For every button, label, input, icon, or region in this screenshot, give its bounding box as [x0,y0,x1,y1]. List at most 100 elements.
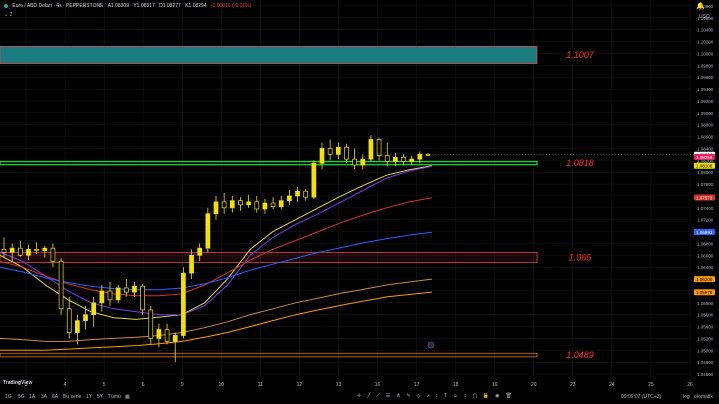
currency-label[interactable]: USD [699,14,710,20]
date-range-icon[interactable]: ▦ [125,394,130,400]
pattern-icon[interactable]: ⩘ [426,393,429,399]
candle-body[interactable] [17,247,23,256]
candle-body[interactable] [140,285,145,311]
candle-body[interactable] [42,247,48,251]
candle-body[interactable] [34,249,39,251]
timeframe-3a[interactable]: 3A [41,394,47,400]
timeframe-tumu[interactable]: Tümü [108,394,121,400]
candle-body[interactable] [132,285,137,293]
candle-body[interactable] [344,146,349,160]
candle-body[interactable] [9,247,15,253]
measure-icon[interactable]: ↕ [435,393,438,399]
price-chart[interactable]: 1.1007 1.0818 1.065 1.0489 1.04600 1.04800 1.0… [0,0,719,404]
indicator-collapse-toggle[interactable]: ⌄ 2 [4,12,12,18]
market-status-icon [4,3,8,8]
clock-readout[interactable]: 09:09:07 (UTC+3) [621,394,661,400]
candle-body[interactable] [238,200,243,206]
zone-1-0818-zone[interactable] [0,160,538,166]
candle-body[interactable] [425,154,431,156]
add-marker-icon[interactable] [427,341,435,349]
lock-icon[interactable]: 🔒 [483,393,489,399]
candle-body[interactable] [295,190,300,197]
pitchfork-icon[interactable]: ⋔ [396,393,400,399]
symbol-legend[interactable]: Euro / ABD Doları · 4s · PEPPERSTONE A1.… [4,3,254,9]
candle-body[interactable] [393,156,398,162]
candle-body[interactable] [221,201,227,209]
timeframe-1y[interactable]: 1Y [86,394,92,400]
eye-icon[interactable]: ◉ [495,393,499,399]
candle-body[interactable] [123,287,129,293]
fib-icon[interactable]: ☰ [386,393,390,399]
ray-icon[interactable]: ⟋ [376,393,380,399]
candle-body[interactable] [360,158,366,166]
log-scale-toggle[interactable]: log [683,394,690,400]
candle-body[interactable] [311,162,317,198]
price-tick-label: 1.08600 [697,135,714,140]
candle-body[interactable] [189,254,194,274]
candle-body[interactable] [327,148,333,155]
trash-icon[interactable]: 🗑 [506,393,512,399]
candle-body[interactable] [417,154,423,160]
trendline-icon[interactable]: ╱ [367,393,370,399]
alert-bell-icon[interactable]: 🔔 [696,2,705,10]
timeframe-1g[interactable]: 1G [5,394,12,400]
candle-body[interactable] [409,158,415,162]
candle-body[interactable] [26,249,31,256]
candle-body[interactable] [352,158,357,166]
candle-body[interactable] [115,287,121,301]
candle-body[interactable] [58,260,64,310]
candle-body[interactable] [303,190,309,198]
candle-body[interactable] [335,146,341,155]
symbol-title[interactable]: Euro / ABD Doları · 4s · PEPPERSTONE [12,3,103,9]
zone-1-1007-label: 1.1007 [566,50,595,60]
candle-body[interactable] [164,329,170,342]
open-value: A1.08309 [107,3,129,9]
shape-icon[interactable]: ◇ [417,393,421,399]
price-badge-label: 1.08108 [696,164,713,169]
candle-body[interactable] [254,201,260,210]
candle-body[interactable] [156,329,162,339]
candle-body[interactable] [384,155,390,162]
candle-body[interactable] [246,201,251,206]
candle-body[interactable] [229,200,235,209]
candle-body[interactable] [148,309,154,339]
timeframe-5g[interactable]: 5G [18,394,25,400]
text-icon[interactable]: T [444,393,447,399]
high-value: Y1.08317 [133,3,155,9]
timeframe-6a[interactable]: 6A [52,394,58,400]
candle-body[interactable] [66,308,72,333]
cursor-icon[interactable]: ✛ [357,393,361,399]
zone-1-0489-zone[interactable] [0,352,538,358]
candle-body[interactable] [197,247,203,256]
candle-body[interactable] [213,201,219,215]
price-tick-label: 1.09000 [697,111,714,116]
timeframe-1a[interactable]: 1A [29,394,35,400]
candle-body[interactable] [91,302,97,316]
candle-body[interactable] [107,290,113,301]
candle-body[interactable] [376,139,382,156]
candle-body[interactable] [205,213,211,249]
candle-body[interactable] [99,290,105,304]
candle-body[interactable] [181,272,186,336]
zone-1-1007-zone[interactable] [0,45,538,64]
candle-body[interactable] [50,247,56,262]
icon-tool-icon[interactable]: ☺ [453,393,458,399]
candle-body[interactable] [270,202,276,207]
candle-body[interactable] [319,148,325,164]
zone-1-065-zone[interactable] [0,251,538,263]
candle-body[interactable] [287,195,292,202]
candle-body[interactable] [75,320,80,333]
candle-body[interactable] [262,202,268,210]
candle-body[interactable] [368,139,374,160]
timeframe-bu-sene[interactable]: Bu sene [63,394,81,400]
candle-body[interactable] [278,200,284,207]
timeframe-5y[interactable]: 5Y [97,394,103,400]
magnet-icon[interactable]: ⋂ [473,393,477,399]
zoom-icon[interactable]: ⌕ [464,393,467,399]
candle-body[interactable] [172,335,178,342]
candle-body[interactable] [401,156,406,162]
candle-body[interactable] [1,249,7,253]
auto-scale-toggle[interactable]: otomatik [694,394,713,400]
candle-body[interactable] [83,314,88,321]
brush-icon[interactable]: ✎ [406,393,410,399]
